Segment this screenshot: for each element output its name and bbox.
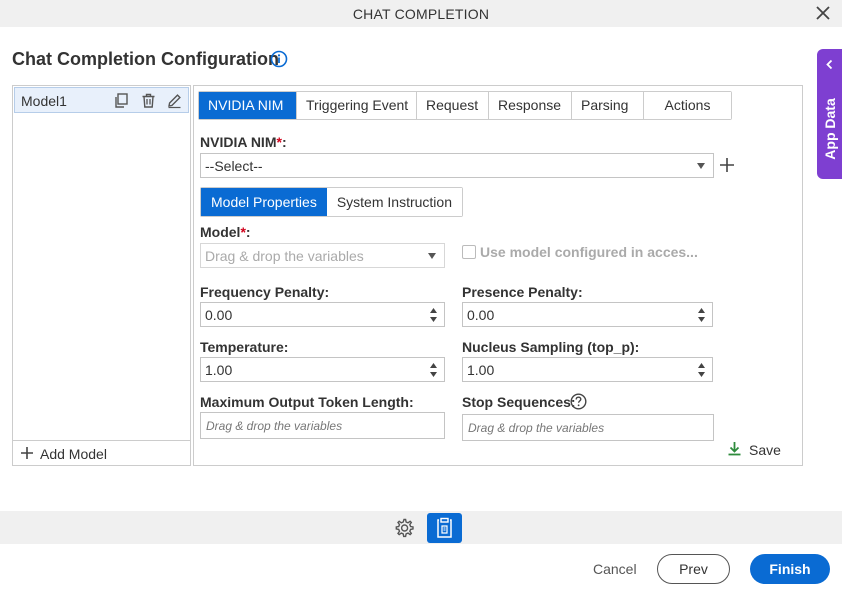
save-label: Save: [749, 442, 781, 458]
tab-parsing[interactable]: Parsing: [572, 92, 644, 119]
presence-penalty-value: 0.00: [467, 307, 495, 323]
max-output-token-placeholder: Drag & drop the variables: [206, 419, 343, 433]
frequency-penalty-label: Frequency Penalty:: [200, 284, 330, 300]
model-select[interactable]: Drag & drop the variables: [200, 243, 445, 268]
tab-request[interactable]: Request: [417, 92, 489, 119]
spinner-arrows-icon[interactable]: [429, 306, 438, 324]
close-icon[interactable]: [814, 4, 832, 22]
main-tabs: NVIDIA NIM Triggering Event Request Resp…: [198, 91, 732, 120]
spinner-arrows-icon[interactable]: [429, 361, 438, 379]
nucleus-sampling-value: 1.00: [467, 362, 495, 378]
model-name: Model1: [21, 93, 67, 109]
nvidia-nim-label: NVIDIA NIM*:: [200, 134, 287, 150]
model-placeholder: Drag & drop the variables: [205, 248, 364, 264]
title-bar: CHAT COMPLETION: [0, 0, 842, 27]
models-panel: Model1 Add Model: [12, 85, 191, 466]
model-list-item[interactable]: Model1: [14, 87, 189, 113]
plus-icon: [21, 447, 33, 459]
tab-response[interactable]: Response: [489, 92, 572, 119]
subtab-system-instruction[interactable]: System Instruction: [326, 188, 462, 216]
add-model-button[interactable]: Add Model: [13, 440, 190, 465]
temperature-value: 1.00: [205, 362, 233, 378]
stop-sequences-label: Stop Sequences:: [462, 394, 576, 410]
page-title: Chat Completion Configuration: [12, 49, 279, 69]
frequency-penalty-input[interactable]: 0.00: [200, 302, 445, 327]
tab-actions[interactable]: Actions: [644, 92, 731, 119]
nvidia-nim-select[interactable]: --Select--: [200, 153, 714, 178]
use-model-checkbox-label: Use model configured in acces...: [480, 244, 698, 260]
document-button[interactable]: [427, 513, 462, 543]
edit-icon[interactable]: [166, 92, 183, 109]
stop-sequences-placeholder: Drag & drop the variables: [468, 421, 605, 435]
help-icon[interactable]: [570, 393, 587, 410]
frequency-penalty-value: 0.00: [205, 307, 233, 323]
temperature-label: Temperature:: [200, 339, 289, 355]
dropdown-arrow-icon: [697, 163, 705, 169]
bottom-toolbar: [0, 511, 842, 544]
gear-icon[interactable]: [393, 517, 415, 539]
model-label: Model*:: [200, 224, 251, 240]
max-output-token-dropzone[interactable]: Drag & drop the variables: [200, 412, 445, 439]
document-icon: [437, 517, 452, 538]
add-nim-plus-icon[interactable]: [719, 157, 735, 173]
nvidia-nim-selected-value: --Select--: [205, 158, 263, 174]
copy-icon[interactable]: [113, 92, 130, 109]
sub-tabs: Model Properties System Instruction: [200, 187, 463, 217]
nucleus-sampling-input[interactable]: 1.00: [462, 357, 713, 382]
temperature-input[interactable]: 1.00: [200, 357, 445, 382]
info-icon[interactable]: [270, 50, 288, 68]
add-model-label: Add Model: [40, 446, 107, 462]
finish-button[interactable]: Finish: [750, 554, 830, 584]
spinner-arrows-icon[interactable]: [697, 361, 706, 379]
prev-button[interactable]: Prev: [657, 554, 730, 584]
window-title: CHAT COMPLETION: [352, 6, 490, 22]
presence-penalty-input[interactable]: 0.00: [462, 302, 713, 327]
max-output-token-label: Maximum Output Token Length:: [200, 394, 414, 410]
nucleus-sampling-label: Nucleus Sampling (top_p):: [462, 339, 640, 355]
cancel-button[interactable]: Cancel: [593, 561, 637, 577]
spinner-arrows-icon[interactable]: [697, 306, 706, 324]
config-panel: NVIDIA NIM Triggering Event Request Resp…: [193, 85, 803, 466]
download-icon: [728, 442, 741, 456]
chevron-left-icon: [826, 59, 833, 70]
subtab-model-properties[interactable]: Model Properties: [201, 188, 327, 216]
dropdown-arrow-icon: [428, 253, 436, 259]
stop-sequences-dropzone[interactable]: Drag & drop the variables: [462, 414, 714, 441]
tab-nvidia-nim[interactable]: NVIDIA NIM: [199, 92, 297, 119]
use-model-checkbox[interactable]: [462, 245, 476, 259]
app-data-label: App Data: [822, 98, 838, 160]
tab-triggering-event[interactable]: Triggering Event: [297, 92, 417, 119]
delete-icon[interactable]: [140, 92, 157, 109]
app-data-tab[interactable]: App Data: [817, 49, 842, 179]
presence-penalty-label: Presence Penalty:: [462, 284, 583, 300]
